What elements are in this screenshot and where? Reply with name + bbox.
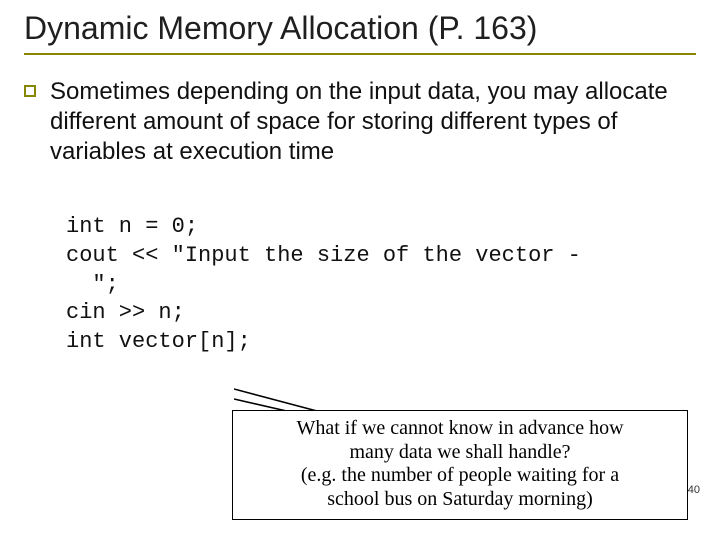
code-line: cin >> n; <box>66 300 185 325</box>
bullet-square-icon <box>24 85 36 97</box>
code-line: "; <box>66 272 119 297</box>
page-number: 40 <box>688 484 700 496</box>
code-line: int n = 0; <box>66 214 198 239</box>
slide-title: Dynamic Memory Allocation (P. 163) <box>24 10 696 55</box>
bullet-text: Sometimes depending on the input data, y… <box>50 77 696 167</box>
callout-line: (e.g. the number of people waiting for a <box>243 464 677 488</box>
bullet-item: Sometimes depending on the input data, y… <box>24 77 696 167</box>
code-block: int n = 0; cout << "Input the size of th… <box>66 185 696 357</box>
callout-line: school bus on Saturday morning) <box>243 488 677 512</box>
callout-line: What if we cannot know in advance how <box>243 417 677 441</box>
code-line: cout << "Input the size of the vector - <box>66 243 581 268</box>
callout-line: many data we shall handle? <box>243 441 677 465</box>
callout-box: What if we cannot know in advance how ma… <box>232 410 688 520</box>
code-line: int vector[n]; <box>66 329 251 354</box>
